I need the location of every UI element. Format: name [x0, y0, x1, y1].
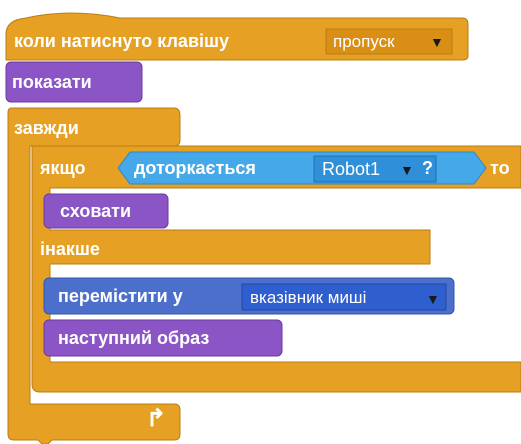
script-canvas [5, 12, 521, 444]
question-mark-icon: ? [422, 158, 433, 178]
touching-label: доторкається [134, 158, 256, 178]
key-dropdown-arrow-icon[interactable]: ▼ [430, 32, 444, 52]
loop-arrow-icon: ↱ [146, 405, 167, 432]
else-label: інакше [40, 239, 100, 259]
hide-block-label: сховати [60, 201, 132, 221]
hat-block-label: коли натиснуто клавішу [14, 31, 230, 51]
sprite-dropdown-value[interactable]: Robot1 [322, 159, 380, 179]
goto-block-label: перемістити у [58, 286, 183, 306]
goto-dropdown-value[interactable]: вказівник миші [250, 288, 366, 308]
goto-dropdown-arrow-icon[interactable]: ▼ [426, 289, 440, 309]
forever-block-label: завжди [14, 118, 79, 138]
if-label: якщо [40, 158, 86, 178]
show-block-label: показати [12, 72, 92, 92]
then-label: то [490, 158, 510, 178]
sprite-dropdown-arrow-icon[interactable]: ▼ [400, 160, 414, 180]
next-costume-block-label: наступний образ [58, 328, 210, 348]
key-dropdown-value[interactable]: пропуск [333, 32, 395, 52]
